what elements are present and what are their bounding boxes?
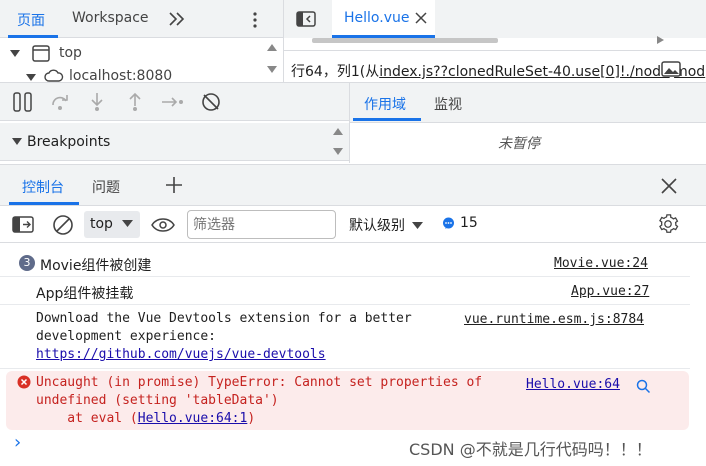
horizontal-scrollbar[interactable] bbox=[312, 38, 498, 43]
close-tab-icon[interactable] bbox=[415, 12, 427, 24]
cloud-icon bbox=[44, 69, 64, 82]
console-prompt[interactable]: › bbox=[14, 434, 21, 452]
clear-console-icon[interactable] bbox=[52, 214, 74, 236]
tree-item-host[interactable]: localhost:8080 bbox=[69, 68, 172, 82]
error-text: Uncaught (in promise) TypeError: Cannot … bbox=[36, 375, 483, 390]
status-divider bbox=[284, 50, 706, 51]
scroll-down-icon[interactable] bbox=[333, 148, 343, 156]
not-paused-message: 未暂停 bbox=[498, 136, 540, 152]
more-tabs-chevron-icon[interactable] bbox=[168, 11, 186, 27]
context-value: top bbox=[90, 216, 113, 232]
log-source-link[interactable]: App.vue:27 bbox=[571, 284, 649, 299]
step-icon[interactable] bbox=[161, 94, 185, 110]
status-source-link[interactable]: index.js??clonedRuleSet-40.use[0]!./node bbox=[379, 64, 669, 80]
log-source-link[interactable]: Hello.vue:64 bbox=[526, 377, 620, 392]
stack-prefix: at eval ( bbox=[36, 411, 138, 426]
repeat-count-badge: 3 bbox=[19, 255, 35, 271]
search-icon[interactable] bbox=[636, 379, 651, 394]
step-over-icon[interactable] bbox=[50, 93, 70, 111]
stack-source-link[interactable]: Hello.vue:64:1 bbox=[138, 411, 248, 426]
stack-suffix: ) bbox=[247, 411, 256, 426]
tab-page-underline bbox=[8, 35, 58, 38]
scroll-up-icon[interactable] bbox=[267, 44, 277, 52]
filter-input[interactable] bbox=[187, 210, 336, 239]
image-icon[interactable] bbox=[661, 61, 681, 77]
scroll-right-icon[interactable] bbox=[657, 36, 664, 44]
expand-triangle-icon[interactable] bbox=[26, 74, 36, 82]
tab-watch[interactable]: 监视 bbox=[434, 94, 462, 114]
add-tab-icon[interactable] bbox=[165, 176, 183, 194]
file-tab-label: Hello.vue bbox=[344, 10, 410, 26]
tab-page[interactable]: 页面 bbox=[17, 10, 45, 30]
log-levels-label: 默认级别 bbox=[349, 218, 405, 234]
log-source-link[interactable]: vue.runtime.esm.js:8784 bbox=[464, 312, 644, 327]
editor-panel: Hello.vue 行64，列1(从index.js??clonedRuleSe… bbox=[284, 0, 706, 82]
navigator-panel: 页面 Workspace top localhost:8080 bbox=[0, 0, 283, 82]
tab-console-underline bbox=[9, 202, 79, 205]
log-text: development experience: bbox=[36, 329, 217, 344]
status-prefix: (从 bbox=[359, 64, 380, 80]
expand-triangle-icon[interactable] bbox=[10, 50, 20, 58]
breakpoints-label: Breakpoints bbox=[27, 134, 111, 150]
tab-scope-underline bbox=[353, 118, 421, 121]
status-position: 行64，列1 bbox=[291, 64, 360, 80]
step-out-icon[interactable] bbox=[127, 92, 143, 112]
deactivate-breakpoints-icon[interactable] bbox=[200, 92, 222, 112]
live-expression-eye-icon[interactable] bbox=[151, 217, 175, 233]
kebab-menu-icon[interactable] bbox=[252, 11, 258, 29]
settings-gear-icon[interactable] bbox=[657, 213, 679, 235]
tab-issues[interactable]: 问题 bbox=[92, 177, 120, 197]
issues-chat-icon[interactable] bbox=[442, 217, 455, 230]
log-text: Movie组件被创建 bbox=[40, 258, 152, 274]
devtools-url-link[interactable]: https://github.com/vuejs/vue-devtools bbox=[36, 347, 326, 362]
cursor-position: 行64，列1(从index.js??clonedRuleSet-40.use[0… bbox=[291, 61, 706, 81]
error-text: undefined (setting 'tableData') bbox=[36, 393, 279, 408]
log-source-link[interactable]: Movie.vue:24 bbox=[554, 256, 648, 271]
pause-icon[interactable] bbox=[13, 92, 33, 112]
chevron-down-icon bbox=[412, 222, 424, 230]
tab-workspace[interactable]: Workspace bbox=[72, 10, 149, 26]
show-sidebar-icon[interactable] bbox=[12, 216, 34, 233]
issues-count[interactable]: 15 bbox=[460, 215, 478, 231]
collapse-triangle-icon[interactable] bbox=[12, 138, 22, 146]
tab-console[interactable]: 控制台 bbox=[22, 177, 64, 197]
tree-item-top[interactable]: top bbox=[59, 45, 82, 61]
error-icon bbox=[17, 375, 31, 389]
toggle-navigator-icon[interactable] bbox=[296, 11, 316, 27]
scope-divider bbox=[350, 122, 706, 123]
scroll-up-icon[interactable] bbox=[333, 128, 343, 136]
frame-icon bbox=[32, 45, 50, 62]
log-text: Download the Vue Devtools extension for … bbox=[36, 311, 412, 326]
tab-scope[interactable]: 作用域 bbox=[364, 94, 406, 114]
chevron-down-icon bbox=[122, 220, 133, 228]
watermark-text: CSDN @不就是几行代码吗！！！ bbox=[409, 440, 652, 459]
step-into-icon[interactable] bbox=[89, 92, 105, 112]
error-stack-line: at eval (Hello.vue:64:1) bbox=[36, 411, 255, 426]
scroll-down-icon[interactable] bbox=[267, 66, 277, 74]
log-text: App组件被挂载 bbox=[36, 286, 134, 302]
close-drawer-icon[interactable] bbox=[661, 178, 677, 194]
log-levels-dropdown[interactable]: 默认级别 bbox=[349, 215, 424, 235]
